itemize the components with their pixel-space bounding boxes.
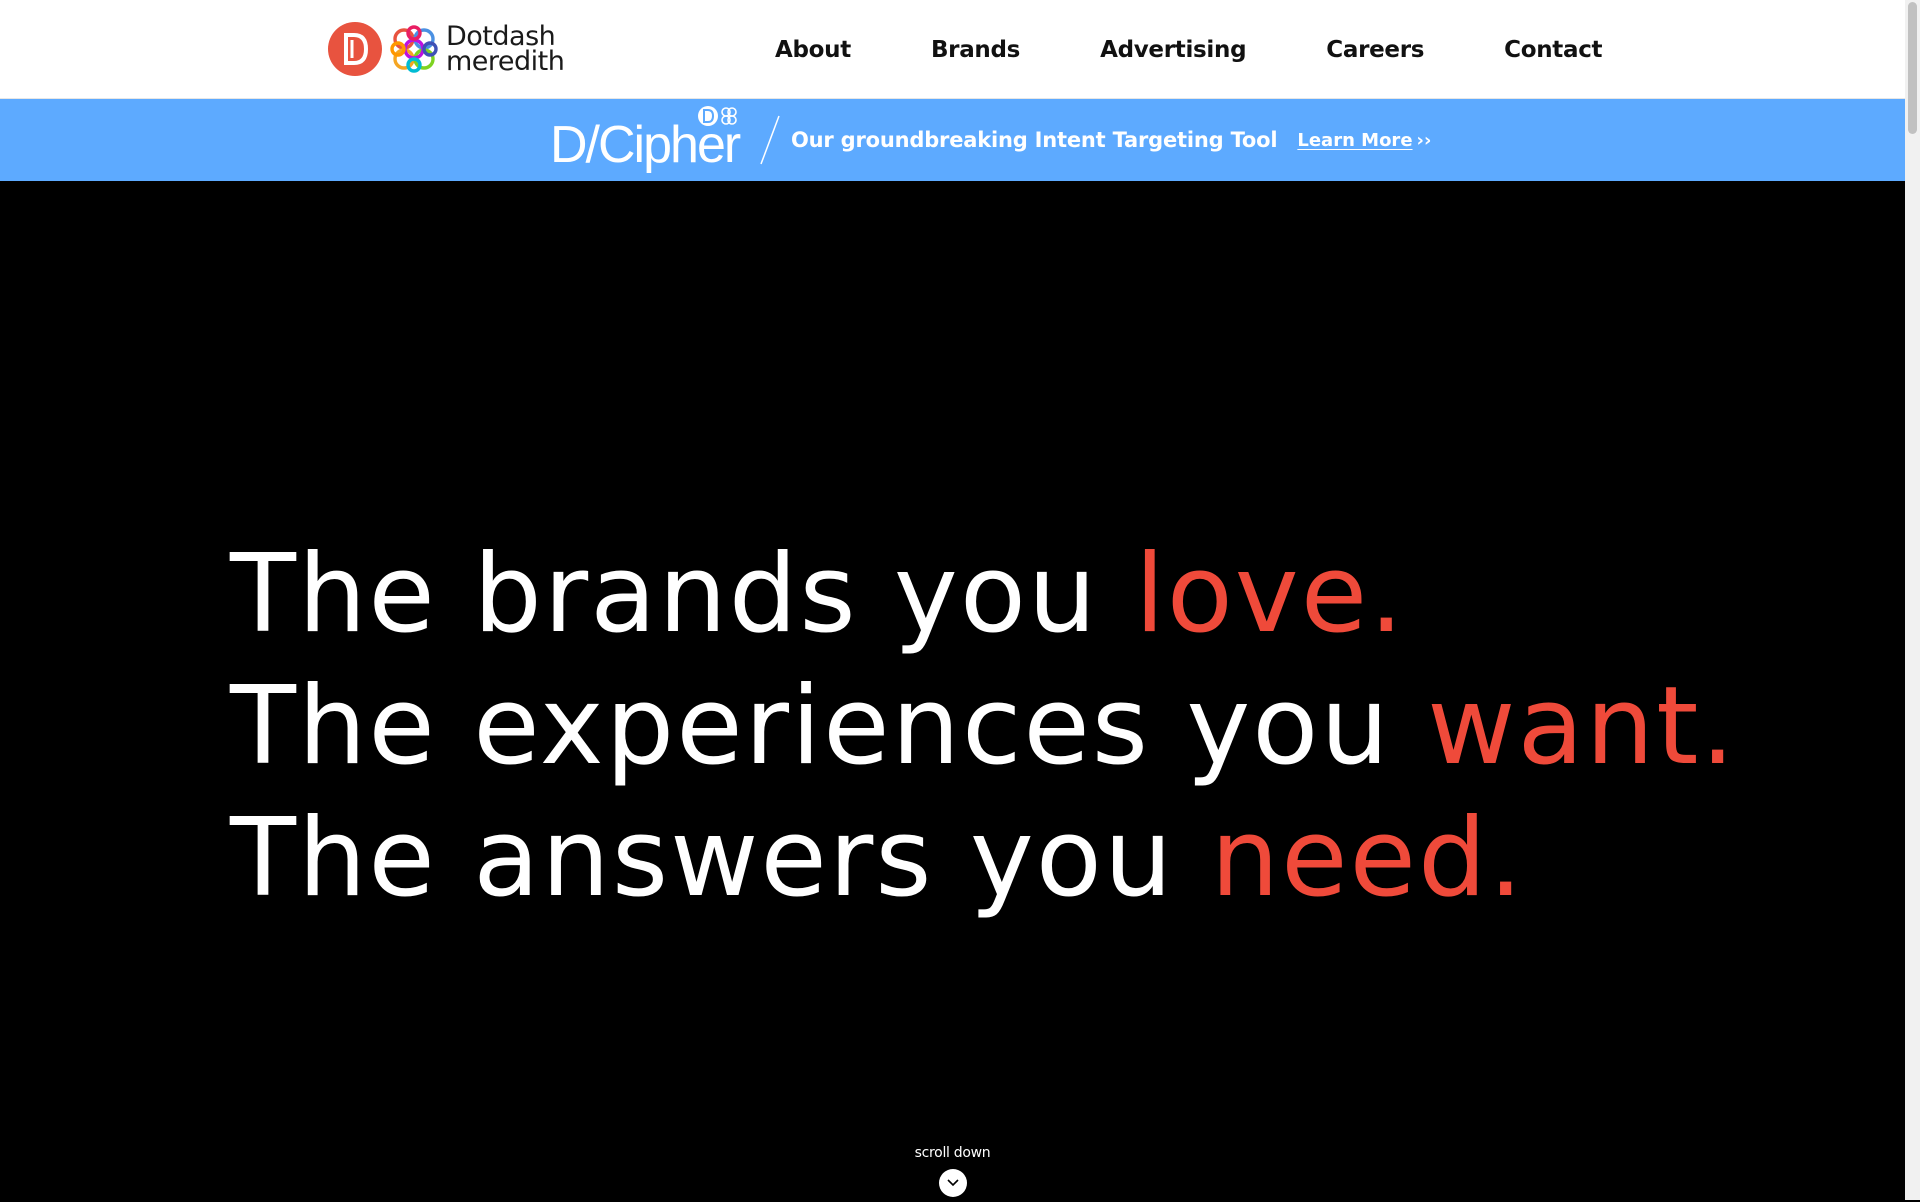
chevron-down-icon (946, 1179, 959, 1187)
hero-section: The brands you love. The experiences you… (0, 181, 1905, 1200)
scroll-down-button[interactable] (938, 1169, 967, 1197)
promo-text: Our groundbreaking Intent Targeting Tool (791, 128, 1278, 152)
hero-line-2-prefix: The experiences you (230, 664, 1428, 789)
hero-headline: The brands you love. The experiences you… (230, 529, 1737, 925)
page-scrollbar[interactable] (1905, 0, 1920, 1200)
scrollbar-thumb[interactable] (1908, 2, 1917, 134)
hero-line-2-accent: want. (1427, 664, 1737, 789)
learn-more-arrows: ›› (1416, 129, 1432, 151)
hero-line-3-accent: need. (1210, 796, 1525, 921)
dcipher-badge-icon (698, 106, 737, 126)
hero-line-1: The brands you love. (230, 529, 1737, 661)
hero-line-1-accent: love. (1134, 532, 1406, 657)
meredith-knot-icon (388, 23, 440, 75)
main-nav: About Brands Advertising Careers Contact (740, 0, 1603, 99)
learn-more-link[interactable]: Learn More (1297, 130, 1412, 151)
hero-line-3: The answers you need. (230, 793, 1737, 925)
hero-line-2: The experiences you want. (230, 661, 1737, 793)
logo-wordmark: Dotdash meredith (446, 23, 565, 77)
nav-contact[interactable]: Contact (1504, 37, 1602, 63)
hero-line-1-prefix: The brands you (230, 532, 1135, 657)
promo-content: D/Cipher Our groundbreaking Intent Targe… (550, 99, 1431, 181)
divider-slash-icon (760, 115, 780, 165)
dcipher-logo[interactable]: D/Cipher (550, 99, 755, 181)
nav-brands[interactable]: Brands (931, 37, 1020, 63)
scroll-down-label: scroll down (914, 1145, 991, 1161)
dotdash-meredith-logo[interactable]: Dotdash meredith (328, 22, 565, 77)
dcipher-promo-banner: D/Cipher Our groundbreaking Intent Targe… (0, 99, 1905, 181)
nav-about[interactable]: About (775, 37, 851, 63)
scroll-down: scroll down (0, 1145, 1905, 1202)
hero-line-3-prefix: The answers you (230, 796, 1211, 921)
nav-careers[interactable]: Careers (1326, 37, 1424, 63)
site-header: Dotdash meredith About Brands Advertisin… (0, 0, 1905, 99)
dotdash-d-icon (328, 22, 382, 76)
logo-line2: meredith (446, 46, 565, 77)
nav-advertising[interactable]: Advertising (1100, 37, 1247, 63)
